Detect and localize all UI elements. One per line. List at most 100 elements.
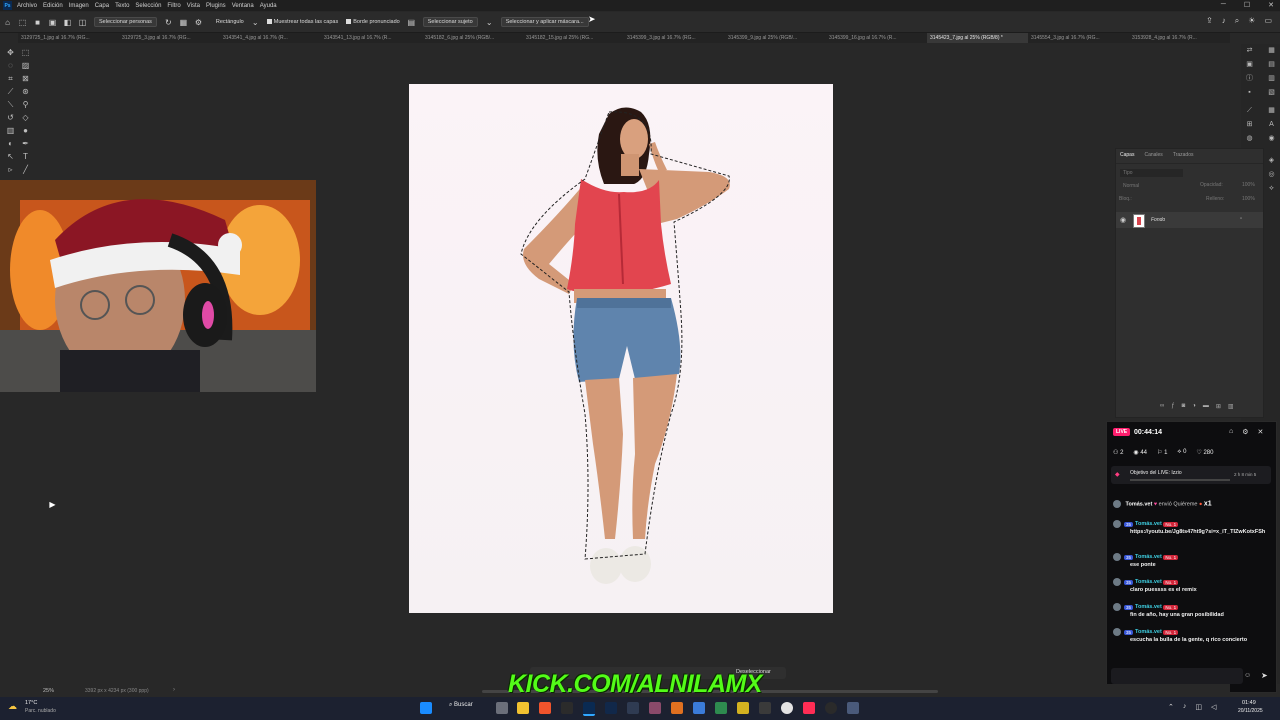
character-icon[interactable]: A — [1267, 120, 1276, 129]
settings-gear-icon[interactable]: ⚙ — [194, 18, 203, 27]
mask-icon[interactable]: ◙ — [1182, 403, 1186, 410]
document-tab-active[interactable]: 3145423_7.jpg al 25% (RGB/8) * — [927, 33, 1028, 43]
zoom-level[interactable]: 25% — [43, 688, 54, 694]
menu-capa[interactable]: Capa — [95, 3, 109, 9]
brush-settings-icon[interactable]: ▤ — [407, 18, 416, 27]
eraser-tool-icon[interactable]: ◇ — [21, 113, 30, 122]
mode-dropdown[interactable]: Rectángulo — [216, 19, 244, 25]
document-tab[interactable]: 3129725_3.jpg al 16.7% (RG... — [119, 33, 220, 43]
properties-icon[interactable]: ▦ — [1267, 46, 1276, 55]
lasso-tool-icon[interactable]: ◌ — [6, 61, 15, 70]
brushes-icon[interactable]: ⟋ — [1245, 106, 1254, 115]
tab-trazados[interactable]: Trazados — [1173, 152, 1194, 160]
visibility-eye-icon[interactable]: ◉ — [1120, 216, 1126, 224]
document-canvas[interactable] — [409, 84, 833, 613]
layer-filter-input[interactable]: Tipo — [1120, 169, 1183, 177]
intersect-selection-icon[interactable]: ◫ — [78, 18, 87, 27]
paths-icon[interactable]: ◍ — [1245, 134, 1254, 143]
chevron-down-icon[interactable]: ⌄ — [251, 18, 260, 27]
settings-icon[interactable]: ⚙ — [1242, 428, 1248, 436]
document-tab[interactable]: 3145182_15.jpg al 25% (RG... — [523, 33, 624, 43]
chat-input[interactable] — [1111, 668, 1243, 684]
actions-icon[interactable]: ▦ — [1267, 106, 1276, 115]
fill-value[interactable]: 100% — [1242, 196, 1255, 202]
app-icon[interactable] — [737, 702, 749, 714]
chrome-icon[interactable] — [781, 702, 793, 714]
channels-icon[interactable]: ◎ — [1267, 170, 1276, 179]
libraries-icon[interactable]: ▥ — [1267, 74, 1276, 83]
tray-chevron-icon[interactable]: ⌃ — [1168, 703, 1174, 711]
path-select-tool-icon[interactable]: ↖ — [6, 152, 15, 161]
direct-select-tool-icon[interactable]: ▹ — [6, 165, 15, 174]
menu-ayuda[interactable]: Ayuda — [260, 3, 277, 9]
add-selection-icon[interactable]: ▣ — [48, 18, 57, 27]
weather-icon[interactable]: ☁ — [8, 701, 17, 712]
layer-row[interactable]: ◉ Fondo ▫ — [1116, 212, 1263, 228]
search-icon[interactable]: ⌕ — [1235, 16, 1239, 26]
menu-edicion[interactable]: Edición — [43, 3, 63, 9]
document-tab[interactable]: 3143541_13.jpg al 16.7% (R... — [321, 33, 422, 43]
info-icon[interactable]: ⓘ — [1245, 74, 1254, 83]
layers-icon[interactable]: ◈ — [1267, 156, 1276, 165]
weather-temp[interactable]: 17°C — [25, 700, 37, 706]
menu-texto[interactable]: Texto — [115, 3, 129, 9]
tiktok-live-studio-icon[interactable] — [803, 702, 815, 714]
menu-plugins[interactable]: Plugins — [206, 3, 226, 9]
lock-icon[interactable]: ⌂ — [1229, 428, 1233, 436]
eyedropper-tool-icon[interactable]: ⟋ — [6, 87, 15, 96]
document-tab[interactable]: 3145399_3.jpg al 16.7% (RG... — [624, 33, 725, 43]
comments-icon[interactable]: ▪ — [1245, 88, 1254, 97]
home-icon[interactable]: ⌂ — [3, 18, 12, 27]
gradient-tool-icon[interactable]: ▥ — [6, 126, 15, 135]
fx-icon[interactable]: ƒ — [1171, 403, 1174, 410]
brave-browser-icon[interactable] — [539, 702, 551, 714]
object-finder-icon[interactable]: ▦ — [179, 18, 188, 27]
weather-desc[interactable]: Parc. nublado — [25, 708, 56, 714]
media-player-icon[interactable] — [759, 702, 771, 714]
new-selection-icon[interactable]: ■ — [33, 18, 42, 27]
tool-presets-icon[interactable]: ⊞ — [1245, 120, 1254, 129]
pen-tool-icon[interactable]: ✒ — [21, 139, 30, 148]
menu-seleccion[interactable]: Selección — [135, 3, 161, 9]
brush-tool-icon[interactable]: ⟍ — [6, 100, 15, 109]
select-subject-type-dropdown[interactable]: Seleccionar personas — [94, 17, 157, 27]
live-goal-bar[interactable]: ◆ Objetivo del LIVE: Izzio 2 h 8 min 5 — [1111, 466, 1271, 484]
workspace-icon[interactable]: ▭ — [1264, 16, 1272, 26]
document-tab[interactable]: 3145399_16.jpg al 16.7% (R... — [826, 33, 927, 43]
share-icon[interactable]: ⇪ — [1206, 16, 1213, 26]
trash-icon[interactable]: ▥ — [1228, 403, 1234, 410]
document-tab[interactable]: 3145182_6.jpg al 25% (RGB/... — [422, 33, 523, 43]
select-and-mask-button[interactable]: Seleccionar y aplicar máscara... — [500, 17, 589, 27]
camera-app-icon[interactable] — [496, 702, 508, 714]
spot-healing-tool-icon[interactable]: ⊛ — [21, 87, 30, 96]
close-icon[interactable]: ✕ — [1258, 428, 1264, 436]
chevron-right-icon[interactable]: › — [173, 687, 175, 693]
menu-filtro[interactable]: Filtro — [167, 3, 180, 9]
app-icon[interactable] — [671, 702, 683, 714]
bridge-app-icon[interactable] — [561, 702, 573, 714]
adjustment-layer-icon[interactable]: ◑ — [1192, 403, 1196, 410]
clock-date[interactable]: 20/11/2025 — [1238, 708, 1263, 714]
settings-app-icon[interactable] — [847, 702, 859, 714]
notifications-bell-icon[interactable]: ♪ — [1222, 16, 1226, 26]
refresh-icon[interactable]: ↻ — [164, 18, 173, 27]
lightbulb-icon[interactable]: ☀ — [1248, 16, 1255, 26]
group-folder-icon[interactable]: ▬ — [1203, 403, 1209, 410]
play-icon[interactable]: ▶ — [48, 500, 57, 509]
obs-icon[interactable] — [825, 702, 837, 714]
taskbar-search[interactable]: ⌕ Buscar — [449, 702, 489, 714]
select-subject-button[interactable]: Seleccionar sujeto — [422, 17, 478, 27]
subtract-selection-icon[interactable]: ◧ — [63, 18, 72, 27]
menu-ventana[interactable]: Ventana — [232, 3, 254, 9]
crop-tool-icon[interactable]: ⌗ — [6, 74, 15, 83]
link-layers-icon[interactable]: ∞ — [1160, 403, 1164, 410]
new-layer-icon[interactable]: ⊞ — [1216, 403, 1221, 410]
type-tool-icon[interactable]: T — [21, 152, 30, 161]
chevron-down-icon[interactable]: ⌄ — [485, 18, 494, 27]
microphone-icon[interactable]: ♪ — [1183, 703, 1187, 711]
sample-all-layers-checkbox[interactable]: Muestrear todas las capas — [266, 19, 338, 25]
blur-tool-icon[interactable]: ● — [21, 126, 30, 135]
menu-imagen[interactable]: Imagen — [69, 3, 89, 9]
hard-edge-checkbox[interactable]: Borde pronunciado — [346, 19, 400, 25]
windows-start-icon[interactable] — [420, 702, 432, 714]
